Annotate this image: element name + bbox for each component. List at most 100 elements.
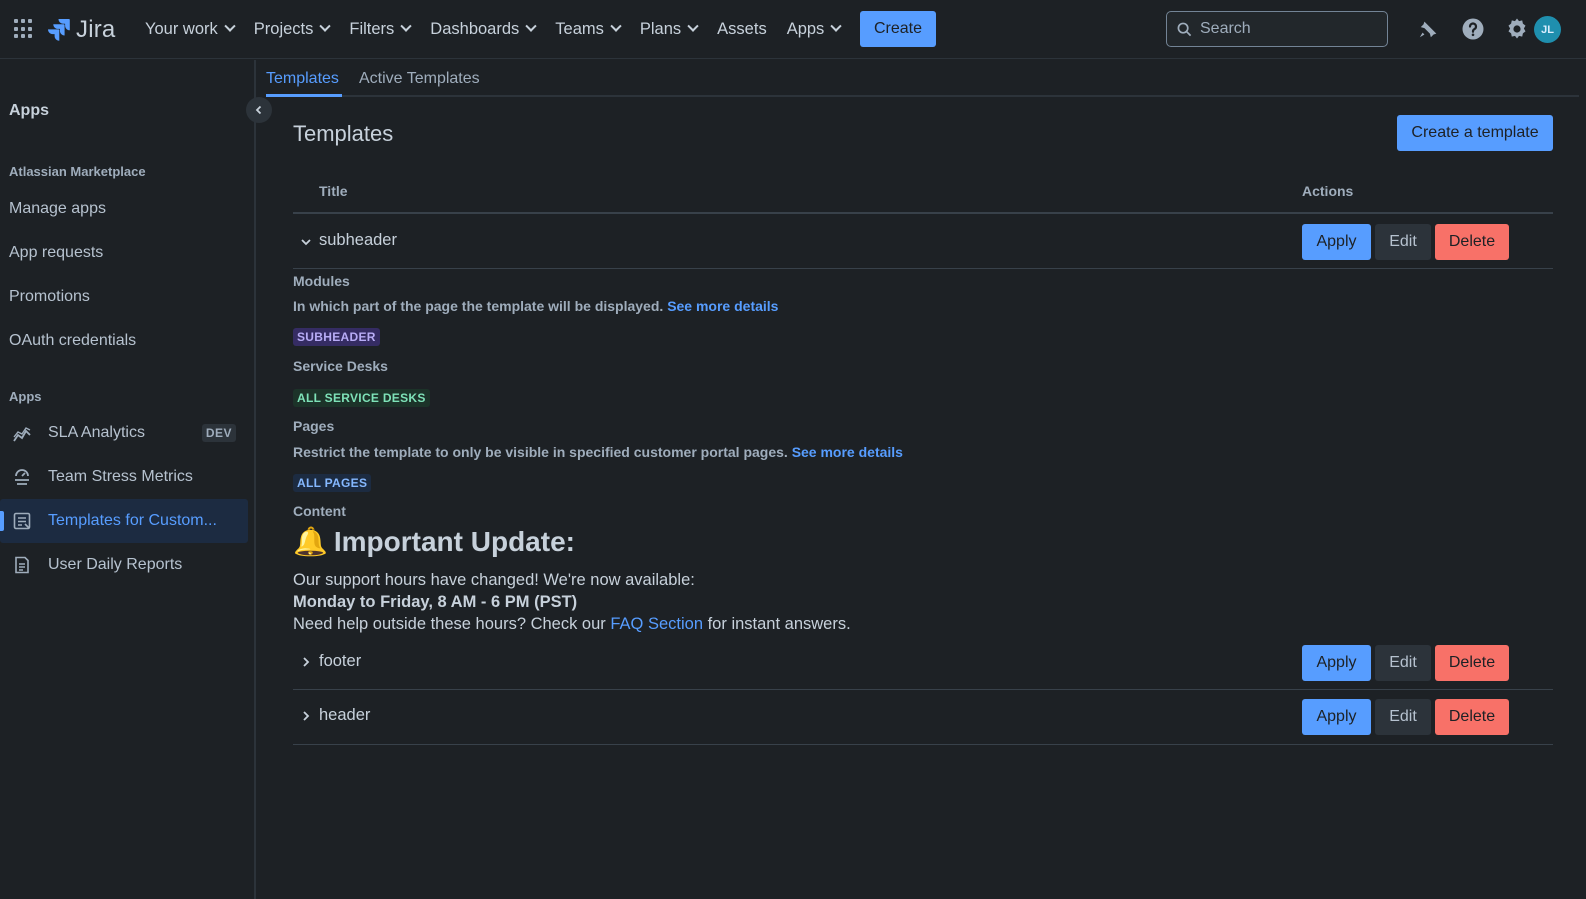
- chevron-down-icon: [830, 20, 842, 32]
- sidebar-item-label: Templates for Custom...: [48, 512, 217, 529]
- nav-assets[interactable]: Assets: [707, 12, 777, 46]
- sidebar-item-promotions[interactable]: Promotions: [9, 288, 90, 306]
- page-title: Templates: [293, 121, 394, 146]
- sidebar-item-oauth-credentials[interactable]: OAuth credentials: [9, 332, 136, 350]
- modules-label: Modules: [293, 273, 350, 289]
- nav-label: Projects: [253, 19, 314, 38]
- help-icon: [1462, 18, 1484, 40]
- delete-button[interactable]: Delete: [1435, 645, 1509, 681]
- content-line-3: Need help outside these hours? Check our…: [293, 615, 851, 634]
- collapse-row-button[interactable]: [300, 236, 312, 248]
- nav-label: Apps: [786, 19, 825, 38]
- sidebar-item-templates[interactable]: Templates for Custom...: [0, 499, 248, 543]
- column-header-title: Title: [319, 183, 348, 199]
- delete-button[interactable]: Delete: [1435, 224, 1509, 260]
- sidebar-item-app-requests[interactable]: App requests: [9, 244, 103, 262]
- nav-your-work[interactable]: Your work: [135, 12, 244, 46]
- nav-plans[interactable]: Plans: [630, 12, 707, 46]
- modules-see-more-link[interactable]: See more details: [667, 298, 778, 314]
- template-name[interactable]: subheader: [319, 231, 397, 250]
- apply-button[interactable]: Apply: [1302, 699, 1371, 735]
- jira-logo-icon: [48, 19, 70, 41]
- template-name[interactable]: header: [319, 706, 370, 725]
- chevron-down-icon: [687, 20, 699, 32]
- apply-button[interactable]: Apply: [1302, 224, 1371, 260]
- gauge-icon: [15, 469, 29, 485]
- nav-dashboards[interactable]: Dashboards: [420, 12, 545, 46]
- edit-button[interactable]: Edit: [1375, 645, 1431, 681]
- settings-button[interactable]: [1502, 14, 1532, 44]
- primary-nav: Your work Projects Filters Dashboards Te…: [135, 12, 850, 46]
- chevron-down-icon: [525, 20, 537, 32]
- nav-label: Teams: [555, 19, 604, 38]
- chevron-left-icon: [255, 105, 262, 115]
- apply-button[interactable]: Apply: [1302, 645, 1371, 681]
- create-template-button[interactable]: Create a template: [1397, 115, 1553, 151]
- sidebar-item-user-daily-reports[interactable]: User Daily Reports: [0, 543, 248, 587]
- pages-description: Restrict the template to only be visible…: [293, 444, 903, 460]
- tab-templates[interactable]: Templates: [266, 70, 339, 88]
- nav-projects[interactable]: Projects: [244, 12, 340, 46]
- nav-label: Dashboards: [430, 19, 520, 38]
- tab-bar: Templates Active Templates: [266, 60, 1579, 97]
- delete-button[interactable]: Delete: [1435, 699, 1509, 735]
- content-line-1: Our support hours have changed! We're no…: [293, 571, 695, 589]
- service-desks-lozenge: ALL SERVICE DESKS: [293, 389, 430, 407]
- sidebar-section-marketplace: Atlassian Marketplace: [9, 164, 146, 179]
- content-heading: 🔔 Important Update:: [293, 525, 575, 558]
- collapse-sidebar-button[interactable]: [246, 97, 272, 123]
- sidebar-item-manage-apps[interactable]: Manage apps: [9, 200, 106, 218]
- sidebar-item-sla-analytics[interactable]: SLA Analytics DEV: [0, 411, 248, 455]
- report-icon: [15, 556, 29, 574]
- nav-label: Filters: [349, 19, 395, 38]
- chevron-right-icon: [303, 711, 310, 721]
- modules-description: In which part of the page the template w…: [293, 298, 778, 314]
- modules-lozenge: SUBHEADER: [293, 328, 380, 346]
- help-button[interactable]: [1458, 14, 1488, 44]
- app-switcher-icon[interactable]: [14, 19, 34, 39]
- content-label: Content: [293, 503, 346, 519]
- edit-button[interactable]: Edit: [1375, 699, 1431, 735]
- nav-label: Plans: [639, 19, 682, 38]
- edit-button[interactable]: Edit: [1375, 224, 1431, 260]
- template-name[interactable]: footer: [319, 652, 361, 671]
- column-header-actions: Actions: [1302, 183, 1354, 199]
- template-icon: [13, 512, 31, 530]
- search-input[interactable]: Search: [1166, 11, 1388, 47]
- sidebar-item-team-stress-metrics[interactable]: Team Stress Metrics: [0, 455, 248, 499]
- dev-badge: DEV: [201, 424, 236, 442]
- chevron-down-icon: [400, 20, 412, 32]
- row-divider: [293, 689, 1553, 690]
- tab-active-templates[interactable]: Active Templates: [359, 70, 480, 88]
- row-divider: [293, 268, 1553, 269]
- expand-row-button[interactable]: [300, 710, 312, 722]
- sidebar-title: Apps: [9, 102, 49, 119]
- chevron-down-icon: [301, 239, 311, 246]
- jira-logo[interactable]: Jira: [48, 16, 115, 44]
- chevron-down-icon: [610, 20, 622, 32]
- nav-label: Your work: [145, 19, 218, 38]
- nav-filters[interactable]: Filters: [339, 12, 420, 46]
- nav-teams[interactable]: Teams: [545, 12, 630, 46]
- faq-section-link[interactable]: FAQ Section: [610, 615, 703, 633]
- row-divider: [293, 744, 1553, 745]
- create-button[interactable]: Create: [860, 11, 936, 47]
- chevron-down-icon: [319, 20, 332, 32]
- notifications-button[interactable]: [1414, 14, 1444, 44]
- chevron-right-icon: [303, 657, 310, 667]
- pages-see-more-link[interactable]: See more details: [792, 444, 903, 460]
- expand-row-button[interactable]: [300, 656, 312, 668]
- nav-apps[interactable]: Apps: [777, 12, 851, 46]
- pages-description-text: Restrict the template to only be visible…: [293, 444, 788, 460]
- content-line-2: Monday to Friday, 8 AM - 6 PM (PST): [293, 593, 578, 611]
- modules-description-text: In which part of the page the template w…: [293, 298, 664, 314]
- content-heading-text: Important Update:: [333, 525, 575, 557]
- content-line-3-pre: Need help outside these hours? Check our: [293, 615, 611, 633]
- search-placeholder: Search: [1200, 20, 1251, 37]
- avatar[interactable]: JL: [1534, 16, 1561, 43]
- sidebar-item-label: Team Stress Metrics: [48, 468, 193, 485]
- search-icon: [1177, 22, 1192, 36]
- sidebar-section-apps: Apps: [9, 389, 42, 404]
- app-name: Jira: [76, 16, 116, 43]
- gear-icon: [1508, 18, 1526, 39]
